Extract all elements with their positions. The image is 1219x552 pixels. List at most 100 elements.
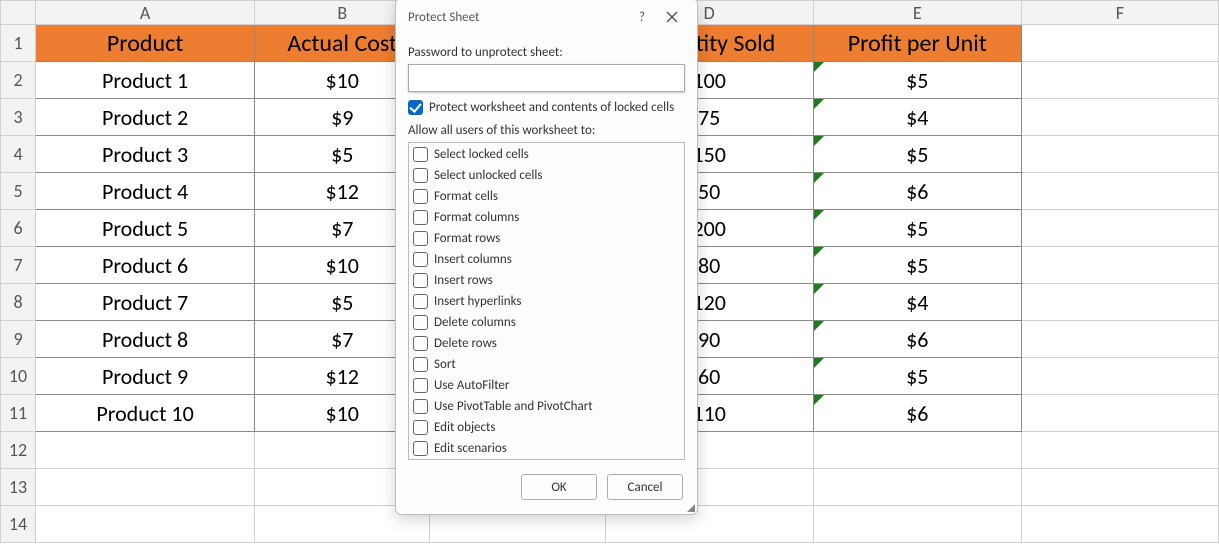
- permission-checkbox[interactable]: [413, 378, 428, 393]
- cell-A9[interactable]: Product 8: [36, 321, 255, 358]
- permission-item[interactable]: Insert columns: [413, 250, 680, 268]
- cell-E7[interactable]: $5: [813, 247, 1021, 284]
- cell-E10[interactable]: $5: [813, 358, 1021, 395]
- close-button[interactable]: [657, 5, 687, 29]
- cell-A5[interactable]: Product 4: [36, 173, 255, 210]
- cell-E13[interactable]: [813, 469, 1021, 506]
- row-header[interactable]: 4: [1, 136, 36, 173]
- cell-F6[interactable]: [1021, 210, 1218, 247]
- permission-item[interactable]: Select unlocked cells: [413, 166, 680, 184]
- cell-A14[interactable]: [36, 506, 255, 543]
- cell-F5[interactable]: [1021, 173, 1218, 210]
- resize-handle[interactable]: [685, 502, 695, 512]
- cell-E8[interactable]: $4: [813, 284, 1021, 321]
- permission-item[interactable]: Format columns: [413, 208, 680, 226]
- row-header[interactable]: 12: [1, 432, 36, 469]
- cell-F13[interactable]: [1021, 469, 1218, 506]
- cell-A4[interactable]: Product 3: [36, 136, 255, 173]
- cell-F11[interactable]: [1021, 395, 1218, 432]
- row-header[interactable]: 8: [1, 284, 36, 321]
- col-header-E[interactable]: E: [813, 1, 1021, 25]
- row-header[interactable]: 14: [1, 506, 36, 543]
- cell-A2[interactable]: Product 1: [36, 62, 255, 99]
- permissions-list[interactable]: Select locked cells Select unlocked cells…: [408, 142, 685, 460]
- permission-checkbox[interactable]: [413, 210, 428, 225]
- cell-A3[interactable]: Product 2: [36, 99, 255, 136]
- permission-checkbox[interactable]: [413, 315, 428, 330]
- permission-item[interactable]: Insert rows: [413, 271, 680, 289]
- permission-item[interactable]: Format cells: [413, 187, 680, 205]
- cell-A12[interactable]: [36, 432, 255, 469]
- cell-F4[interactable]: [1021, 136, 1218, 173]
- row-header[interactable]: 7: [1, 247, 36, 284]
- protect-contents-checkbox[interactable]: [408, 100, 423, 115]
- permission-checkbox[interactable]: [413, 357, 428, 372]
- cell-E12[interactable]: [813, 432, 1021, 469]
- row-header[interactable]: 9: [1, 321, 36, 358]
- permission-item[interactable]: Edit objects: [413, 418, 680, 436]
- cell-F1[interactable]: [1021, 25, 1218, 62]
- permission-item[interactable]: Use AutoFilter: [413, 376, 680, 394]
- cell-E14[interactable]: [813, 506, 1021, 543]
- cell-E9[interactable]: $6: [813, 321, 1021, 358]
- cell-E6[interactable]: $5: [813, 210, 1021, 247]
- permission-checkbox[interactable]: [413, 189, 428, 204]
- cell-A6[interactable]: Product 5: [36, 210, 255, 247]
- permission-label: Edit scenarios: [434, 441, 507, 456]
- permission-item[interactable]: Use PivotTable and PivotChart: [413, 397, 680, 415]
- cell-A11[interactable]: Product 10: [36, 395, 255, 432]
- row-header[interactable]: 13: [1, 469, 36, 506]
- cell-F3[interactable]: [1021, 99, 1218, 136]
- cell-A13[interactable]: [36, 469, 255, 506]
- permission-item[interactable]: Sort: [413, 355, 680, 373]
- row-header[interactable]: 11: [1, 395, 36, 432]
- permission-checkbox[interactable]: [413, 168, 428, 183]
- permission-checkbox[interactable]: [413, 273, 428, 288]
- select-all-corner[interactable]: [1, 1, 36, 25]
- row-header[interactable]: 2: [1, 62, 36, 99]
- row-header[interactable]: 5: [1, 173, 36, 210]
- permission-item[interactable]: Select locked cells: [413, 145, 680, 163]
- permission-checkbox[interactable]: [413, 294, 428, 309]
- cell-F12[interactable]: [1021, 432, 1218, 469]
- permission-item[interactable]: Insert hyperlinks: [413, 292, 680, 310]
- permission-checkbox[interactable]: [413, 252, 428, 267]
- permission-checkbox[interactable]: [413, 231, 428, 246]
- permission-checkbox[interactable]: [413, 336, 428, 351]
- permission-checkbox[interactable]: [413, 441, 428, 456]
- cell-E3[interactable]: $4: [813, 99, 1021, 136]
- cell-A7[interactable]: Product 6: [36, 247, 255, 284]
- col-header-A[interactable]: A: [36, 1, 255, 25]
- permission-checkbox[interactable]: [413, 399, 428, 414]
- cell-F8[interactable]: [1021, 284, 1218, 321]
- row-header[interactable]: 1: [1, 25, 36, 62]
- cancel-button[interactable]: Cancel: [607, 474, 683, 500]
- col-header-F[interactable]: F: [1021, 1, 1218, 25]
- cell-F14[interactable]: [1021, 506, 1218, 543]
- cell-F2[interactable]: [1021, 62, 1218, 99]
- cell-A1[interactable]: Product: [36, 25, 255, 62]
- row-header[interactable]: 3: [1, 99, 36, 136]
- cell-E5[interactable]: $6: [813, 173, 1021, 210]
- cell-E11[interactable]: $6: [813, 395, 1021, 432]
- permission-item[interactable]: Delete columns: [413, 313, 680, 331]
- cell-F9[interactable]: [1021, 321, 1218, 358]
- cell-A10[interactable]: Product 9: [36, 358, 255, 395]
- permission-checkbox[interactable]: [413, 147, 428, 162]
- cell-A8[interactable]: Product 7: [36, 284, 255, 321]
- permission-item[interactable]: Edit scenarios: [413, 439, 680, 457]
- row-header[interactable]: 6: [1, 210, 36, 247]
- dialog-titlebar[interactable]: Protect Sheet ?: [396, 0, 697, 29]
- password-input[interactable]: [408, 64, 685, 92]
- cell-E2[interactable]: $5: [813, 62, 1021, 99]
- cell-F7[interactable]: [1021, 247, 1218, 284]
- permission-item[interactable]: Delete rows: [413, 334, 680, 352]
- permission-checkbox[interactable]: [413, 420, 428, 435]
- row-header[interactable]: 10: [1, 358, 36, 395]
- permission-item[interactable]: Format rows: [413, 229, 680, 247]
- cell-F10[interactable]: [1021, 358, 1218, 395]
- help-button[interactable]: ?: [627, 5, 657, 29]
- cell-E1[interactable]: Profit per Unit: [813, 25, 1021, 62]
- ok-button[interactable]: OK: [521, 474, 597, 500]
- cell-E4[interactable]: $5: [813, 136, 1021, 173]
